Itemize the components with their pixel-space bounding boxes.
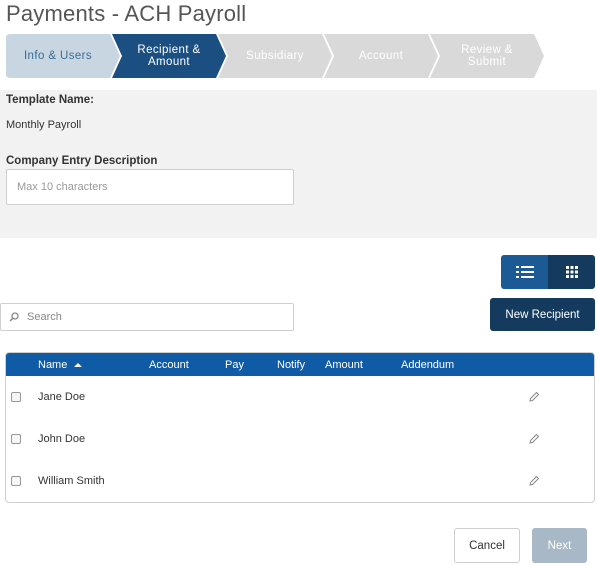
list-view-button[interactable] [501, 255, 548, 289]
pencil-icon[interactable] [528, 433, 540, 445]
step-label: Info & Users [23, 50, 93, 62]
column-header-notify[interactable]: Notify [277, 359, 305, 371]
column-header-name-label: Name [38, 359, 68, 371]
column-header-account[interactable]: Account [149, 359, 189, 371]
step-info-users[interactable]: Info & Users [6, 34, 121, 78]
step-label: Subsidiary [246, 50, 304, 62]
grid-icon [565, 266, 578, 278]
column-header-addendum[interactable]: Addendum [401, 359, 454, 371]
table-row: William Smith [6, 460, 594, 502]
step-label: Amount [147, 56, 191, 68]
recipient-name[interactable]: William Smith [38, 475, 105, 487]
row-checkbox[interactable] [11, 434, 21, 444]
step-label: Submit [467, 56, 507, 68]
list-icon [515, 266, 534, 278]
template-name-value: Monthly Payroll [6, 119, 82, 131]
cancel-button[interactable]: Cancel [454, 528, 520, 563]
new-recipient-button[interactable]: New Recipient [490, 298, 595, 331]
company-entry-placeholder: Max 10 characters [17, 181, 108, 193]
table-row: Jane Doe [6, 376, 594, 418]
column-header-amount[interactable]: Amount [325, 359, 363, 371]
search-input[interactable]: Search [0, 303, 294, 331]
step-subsidiary[interactable]: Subsidiary [218, 34, 333, 78]
table-header: Name Account Pay Notify Amount Addendum [6, 353, 594, 376]
pencil-icon[interactable] [528, 475, 540, 487]
step-review-submit[interactable]: Review & Submit [430, 34, 546, 78]
page-title: Payments - ACH Payroll [6, 1, 247, 26]
search-placeholder: Search [27, 311, 62, 323]
row-checkbox[interactable] [11, 392, 21, 402]
step-label: Review & [461, 44, 513, 56]
recipients-table: Name Account Pay Notify Amount Addendum … [5, 352, 595, 503]
pencil-icon[interactable] [528, 391, 540, 403]
step-label: Account [358, 50, 404, 62]
recipient-name[interactable]: John Doe [38, 433, 85, 445]
company-entry-label: Company Entry Description [6, 155, 158, 167]
wizard-stepper: Info & Users Recipient & Amount Subsidia… [6, 34, 546, 78]
column-header-pay[interactable]: Pay [225, 359, 244, 371]
template-name-label: Template Name: [6, 94, 94, 106]
table-row: John Doe [6, 418, 594, 460]
recipient-name[interactable]: Jane Doe [38, 391, 85, 403]
step-recipient-amount[interactable]: Recipient & Amount [112, 34, 227, 78]
view-toggle [501, 255, 595, 289]
column-header-name[interactable]: Name [38, 359, 83, 371]
next-button[interactable]: Next [532, 528, 587, 563]
search-icon [9, 312, 19, 322]
step-label: Recipient & [137, 44, 201, 56]
step-account[interactable]: Account [324, 34, 439, 78]
sort-ascending-icon [74, 363, 83, 367]
row-checkbox[interactable] [11, 476, 21, 486]
grid-view-button[interactable] [548, 255, 595, 289]
company-entry-input[interactable]: Max 10 characters [6, 169, 294, 205]
